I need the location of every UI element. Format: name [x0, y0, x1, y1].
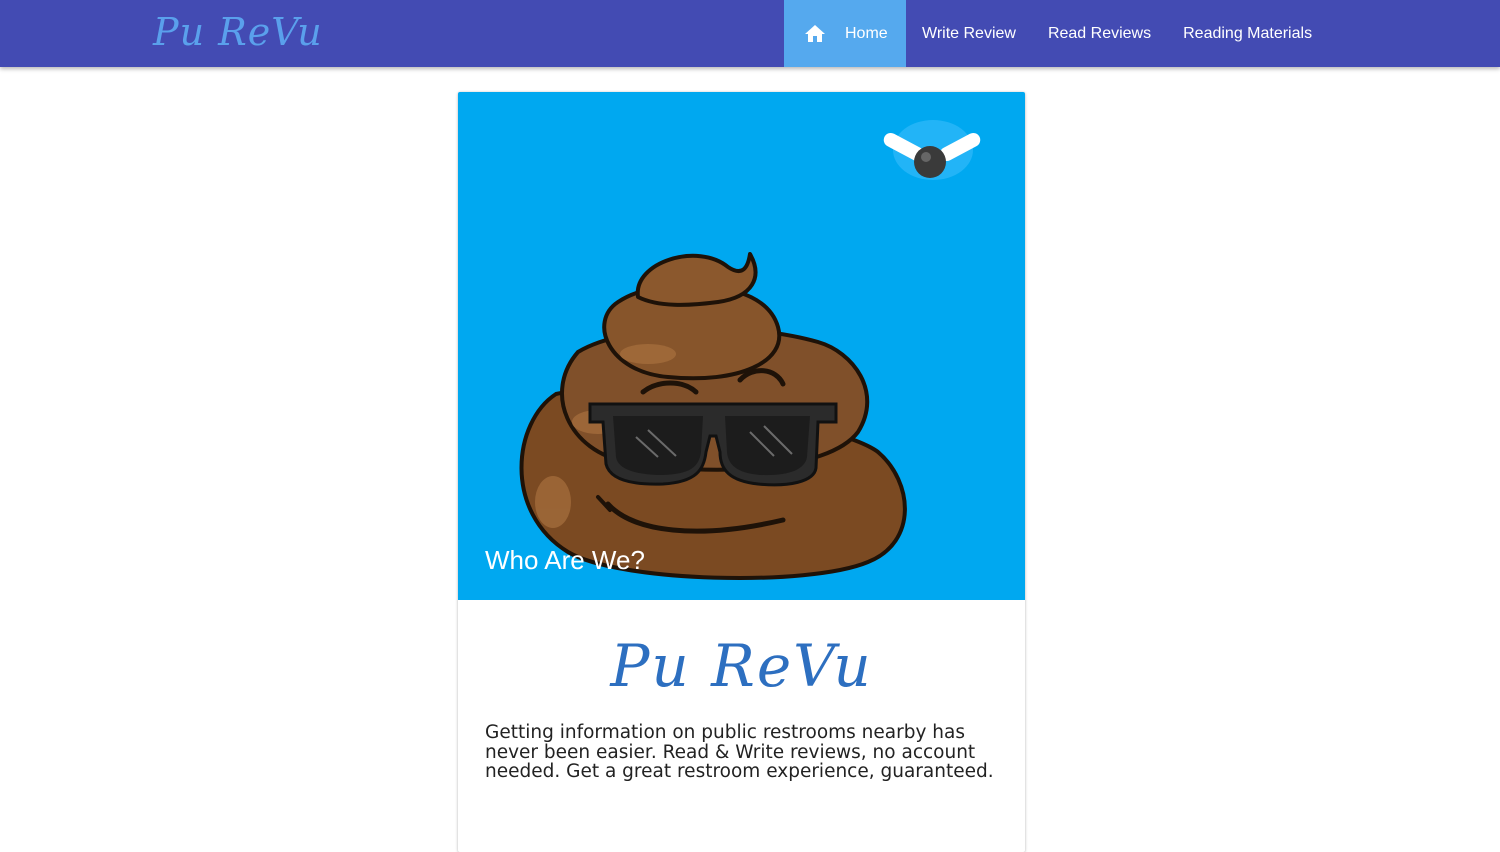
top-navbar: Pu ReVu Home Write Review Read Reviews R… — [0, 0, 1500, 67]
nav-item-reading-materials[interactable]: Reading Materials — [1167, 0, 1328, 67]
nav-item-write-review[interactable]: Write Review — [906, 0, 1032, 67]
mascot-illustration — [519, 120, 981, 580]
fly-icon — [883, 120, 981, 180]
brand-logo[interactable]: Pu ReVu — [153, 8, 323, 56]
nav-item-home[interactable]: Home — [784, 0, 906, 67]
description-text: Getting information on public restrooms … — [485, 722, 994, 782]
main-nav: Home Write Review Read Reviews Reading M… — [784, 0, 1328, 67]
home-icon — [805, 24, 825, 42]
content-logo: Pu ReVu — [610, 632, 873, 700]
card-image-title: Who Are We? — [485, 545, 645, 575]
nav-item-label: Write Review — [922, 24, 1016, 42]
card-image: Who Are We? — [458, 92, 1025, 600]
nav-item-read-reviews[interactable]: Read Reviews — [1032, 0, 1167, 67]
nav-item-label: Home — [845, 24, 888, 42]
about-card: Who Are We? Pu ReVu Getting information … — [458, 92, 1025, 852]
nav-item-label: Reading Materials — [1183, 24, 1313, 42]
nav-item-label: Read Reviews — [1047, 24, 1152, 42]
